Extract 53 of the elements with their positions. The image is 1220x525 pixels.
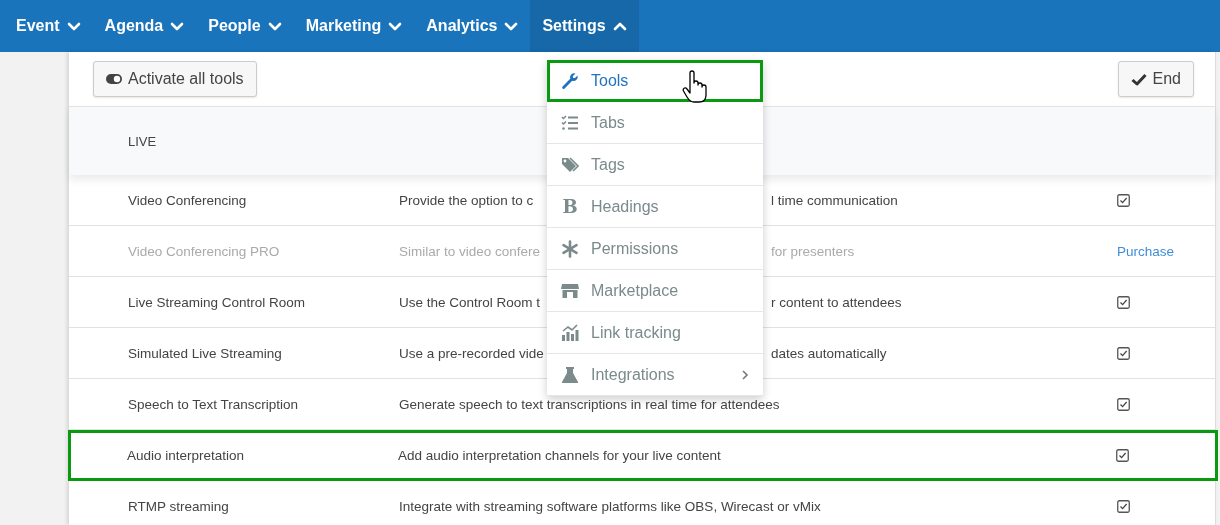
menu-item[interactable]: B Headings — [547, 186, 763, 228]
hand-cursor-icon — [682, 70, 708, 104]
tool-description: Use a pre-recorded vide — [399, 345, 544, 361]
tool-description: Generate speech to text transcriptions in real time for attendees — [399, 396, 780, 412]
tool-name: Video Conferencing PRO — [127, 243, 281, 259]
nav-menu-item[interactable]: Event — [4, 0, 93, 52]
wrench-icon — [561, 71, 579, 90]
tool-name: Simulated Live Streaming — [127, 345, 283, 361]
tool-name: Speech to Text Transcription — [127, 396, 300, 412]
checklist-icon — [561, 113, 579, 132]
checkbox[interactable] — [1117, 397, 1130, 411]
activate-all-tools-button[interactable]: Activate all tools — [93, 61, 257, 97]
nav-menu-item[interactable]: Settings — [530, 0, 639, 52]
tool-description: Add audio interpretation channels for your live content — [398, 447, 721, 463]
nav-menu-item[interactable]: People — [196, 0, 294, 52]
tool-name: Live Streaming Control Room — [127, 294, 307, 310]
section-title: LIVE — [128, 133, 157, 149]
checkbox[interactable] — [1116, 448, 1129, 462]
tool-description: for presenters — [771, 243, 855, 259]
tool-description: r content to attendees — [771, 294, 902, 310]
checkbox[interactable] — [1117, 499, 1130, 513]
nav-menu-item[interactable]: Agenda — [92, 0, 197, 52]
storefront-icon — [561, 281, 579, 300]
check-icon — [1130, 72, 1147, 86]
tool-name: RTMP streaming — [127, 498, 230, 514]
asterisk-icon — [561, 239, 579, 258]
chevron-right-icon — [741, 368, 749, 381]
bold-icon: B — [561, 197, 579, 216]
tool-name: Video Conferencing — [127, 192, 248, 208]
tool-description: Use the Control Room t — [399, 294, 541, 310]
checkbox[interactable] — [1117, 193, 1130, 207]
tool-description: Similar to video confere — [399, 243, 541, 259]
menu-item[interactable]: Tabs — [547, 102, 763, 144]
menu-item[interactable]: Integrations — [547, 354, 763, 396]
end-button[interactable]: End — [1117, 61, 1194, 97]
menu-item[interactable]: Marketplace — [547, 270, 763, 312]
tags-icon — [561, 155, 579, 174]
bar-chart-icon — [561, 323, 579, 342]
menu-item[interactable]: Link tracking — [547, 312, 763, 354]
checkbox[interactable] — [1117, 295, 1130, 309]
flask-icon — [561, 365, 579, 384]
tool-description: Integrate with streaming software platforms like OBS, Wirecast or vMix — [399, 498, 821, 514]
tool-description: dates automatically — [771, 345, 887, 361]
tool-description: l time communication — [771, 192, 898, 208]
nav-menu-item[interactable]: Analytics — [414, 0, 531, 52]
menu-item[interactable]: Tools — [547, 60, 763, 102]
nav-menu-item[interactable]: Marketing — [293, 0, 415, 52]
menu-item[interactable]: Tags — [547, 144, 763, 186]
checkbox[interactable] — [1117, 346, 1130, 360]
toggle-icon — [106, 74, 122, 84]
tool-description: Provide the option to c — [399, 192, 534, 208]
tool-name: Audio interpretation — [126, 447, 246, 463]
menu-item[interactable]: Permissions — [547, 228, 763, 270]
